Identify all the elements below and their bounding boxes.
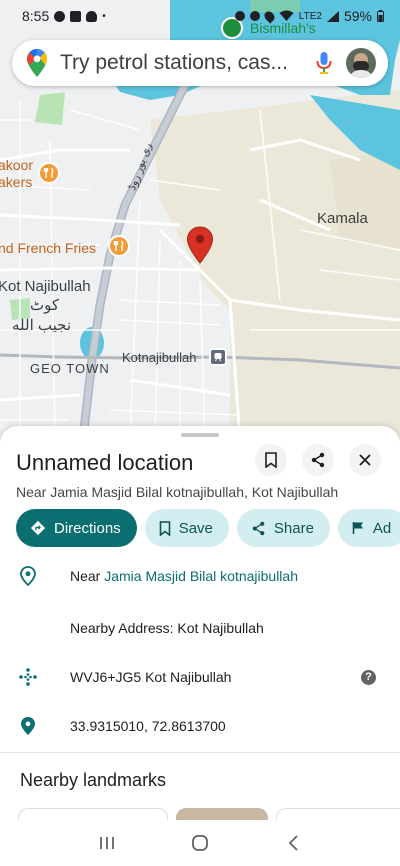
share-label: Share [273,519,314,537]
cloud-icon [86,10,98,22]
avatar[interactable] [346,48,376,78]
restaurant-poi-icon[interactable] [108,235,130,257]
map-label-kot-najibullah-urdu-2: نجیب الله [12,317,72,334]
battery-percent: 59% [343,8,372,24]
location-status-icon [262,8,277,24]
close-button[interactable] [349,444,381,476]
nearby-landmarks-heading: Nearby landmarks [20,770,167,790]
back-icon [289,835,298,851]
directions-icon [30,520,46,536]
place-subtitle: Near Jamia Masjid Bilal kotnajibullah, K… [16,484,339,500]
near-prefix: Near [70,568,105,584]
coordinates-text: 33.9315010, 72.8613700 [70,718,226,734]
signal-icon [326,10,339,22]
alarm-icon [234,11,245,21]
directions-button[interactable]: Directions [16,509,137,547]
restaurant-poi-icon[interactable] [38,162,60,184]
map-label-geo-town: GEO TOWN [30,361,110,376]
microphone-icon[interactable] [316,51,332,75]
recent-apps-button[interactable] [87,828,127,858]
network-type: LTE2 [298,10,322,22]
add-label-button[interactable]: Ad [337,509,400,547]
share-icon-button[interactable] [302,444,334,476]
location-outline-icon [17,565,39,587]
plus-code-text: WVJ6+JG5 Kot Najibullah [70,669,232,685]
flag-icon [352,522,363,534]
map-label-kamala: Kamala [317,210,368,227]
recent-apps-icon [99,837,114,849]
save-bookmark-icon [159,520,170,536]
map-label-kot-najibullah: Kot Najibullah [0,278,91,295]
map-label-bakers-1: akoor [0,157,34,173]
save-label: Save [178,519,213,537]
wifi-icon [279,10,294,21]
map-label-bakers-2: akers [0,174,33,190]
near-landmark-link[interactable]: Jamia Masjid Bilal kotnajibullah [104,568,298,584]
train-station-icon[interactable] [209,348,227,366]
home-icon [192,835,208,851]
near-text: Near Jamia Masjid Bilal kotnajibullah [70,568,298,584]
place-title: Unnamed location [16,450,194,475]
bookmark-icon [265,452,277,468]
action-chips: Directions Save Share Ad [16,509,400,547]
share-icon [311,452,325,468]
system-nav-bar [0,820,400,866]
more-notifications-icon: • [102,10,106,22]
map-label-kotnajibullah-station: Kotnajibullah [122,350,197,365]
add-label-label: Ad [372,519,392,537]
directions-label: Directions [54,519,121,537]
close-icon [359,454,371,466]
youtube-icon [70,10,82,22]
share-chip-icon [252,521,265,535]
home-button[interactable] [180,828,220,858]
location-filled-icon [17,715,39,737]
share-button[interactable]: Share [236,509,330,547]
location-pin-icon[interactable] [186,226,214,264]
search-bar[interactable]: Try petrol stations, cas... [12,40,388,86]
status-time: 8:55 [22,8,50,24]
back-button[interactable] [273,828,313,858]
place-details-sheet: Unnamed location Near Jamia Masjid Bilal… [0,426,400,866]
battery-icon [377,10,384,22]
nearby-address-text: Nearby Address: Kot Najibullah [70,620,264,636]
map-label-french-fries: nd French Fries [0,240,97,256]
search-input[interactable]: Try petrol stations, cas... [60,51,316,75]
notification-icon [54,10,66,22]
section-divider [0,752,400,753]
drag-handle[interactable] [181,433,219,437]
plus-code-icon [17,666,39,688]
help-icon[interactable]: ? [361,669,376,685]
google-maps-logo-icon [27,49,47,77]
plus-code-row[interactable]: WVJ6+JG5 Kot Najibullah ? [0,657,400,697]
coordinates-row[interactable]: 33.9315010, 72.8613700 [0,706,400,746]
bookmark-button[interactable] [255,444,287,476]
save-button[interactable]: Save [144,509,229,547]
nearby-address-row: Nearby Address: Kot Najibullah [0,608,400,648]
map-label-kot-najibullah-urdu-1: کوٹ [30,297,60,314]
near-row[interactable]: Near Jamia Masjid Bilal kotnajibullah [0,556,400,596]
mute-icon [249,11,260,21]
status-bar: 8:55 • LTE2 59% [0,0,400,32]
